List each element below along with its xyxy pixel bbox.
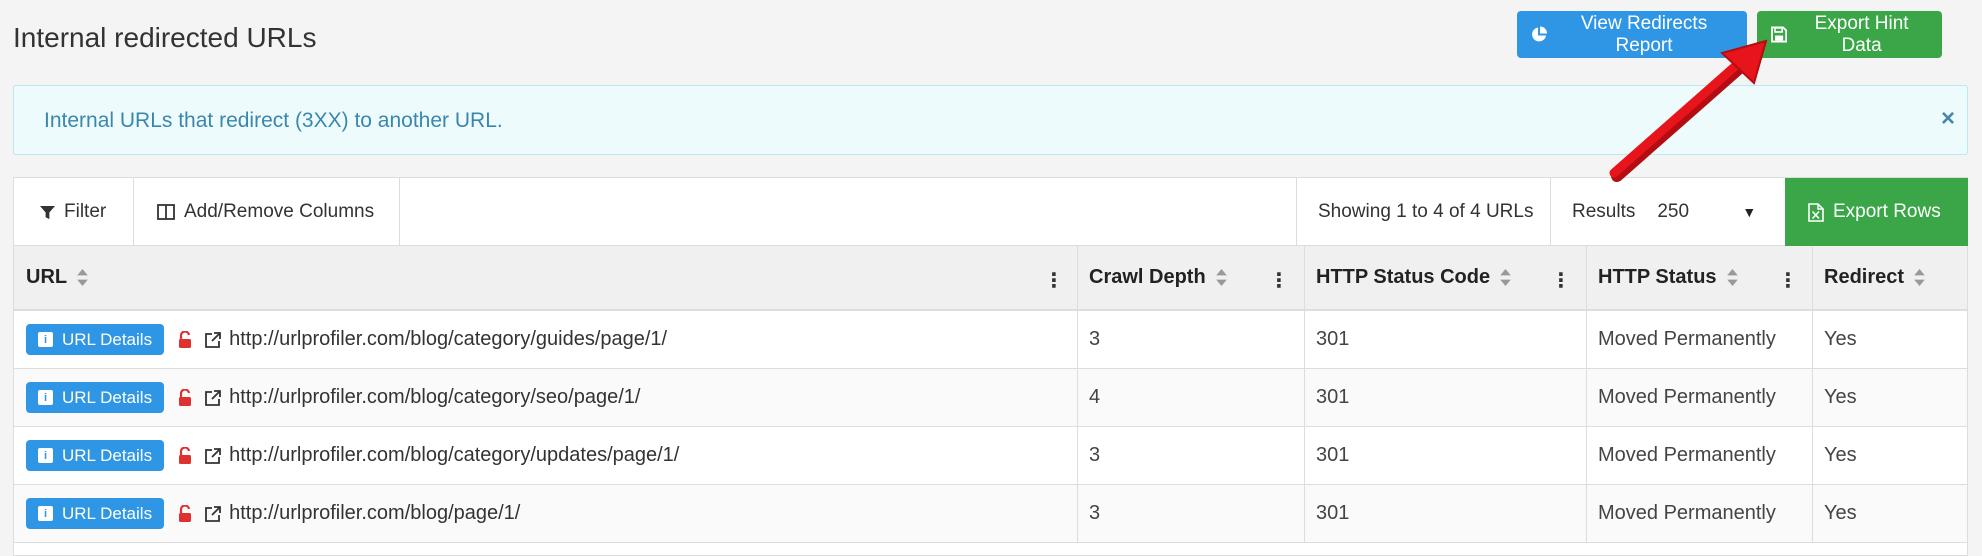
sort-icon[interactable] bbox=[1500, 269, 1511, 286]
results-panel: Filter Add/Remove Columns Showing 1 to 4… bbox=[13, 177, 1968, 556]
info-icon: i bbox=[38, 332, 53, 347]
sort-icon[interactable] bbox=[77, 269, 88, 286]
view-redirects-report-label: View Redirects Report bbox=[1580, 12, 1708, 56]
http-status-code-cell: 301 bbox=[1305, 369, 1587, 426]
url-details-label: URL Details bbox=[62, 387, 153, 407]
http-status-cell: Moved Permanently bbox=[1587, 427, 1813, 484]
sort-icon[interactable] bbox=[1215, 269, 1227, 286]
external-link-icon[interactable] bbox=[204, 331, 222, 349]
close-icon[interactable]: × bbox=[1941, 105, 1955, 133]
crawl-depth-cell: 3 bbox=[1078, 485, 1305, 542]
table-row: i URL Details http://urlprofiler.com/blo… bbox=[14, 369, 1967, 427]
results-count: Showing 1 to 4 of 4 URLs bbox=[1296, 178, 1551, 246]
table-row: i URL Details http://urlprofiler.com/blo… bbox=[14, 311, 1967, 369]
url-details-button[interactable]: i URL Details bbox=[26, 498, 165, 529]
http-status-cell: Moved Permanently bbox=[1587, 369, 1813, 426]
external-link-icon[interactable] bbox=[204, 389, 222, 407]
url-cell: i URL Details http://urlprofiler.com/blo… bbox=[14, 369, 1078, 426]
table-row: i URL Details http://urlprofiler.com/blo… bbox=[14, 427, 1967, 485]
http-status-code-cell: 301 bbox=[1305, 311, 1587, 368]
export-rows-label: Export Rows bbox=[1833, 201, 1941, 222]
table-header-row: URL ⋮ Crawl Depth ⋮ HTTP Status Code ⋮ H… bbox=[14, 246, 1967, 311]
sort-icon[interactable] bbox=[1726, 269, 1738, 286]
kebab-menu-icon[interactable]: ⋮ bbox=[1044, 268, 1064, 293]
url-details-label: URL Details bbox=[62, 445, 153, 465]
info-icon: i bbox=[38, 448, 53, 463]
view-redirects-report-button[interactable]: View Redirects Report bbox=[1517, 11, 1747, 58]
info-icon: i bbox=[38, 390, 53, 405]
url-details-button[interactable]: i URL Details bbox=[26, 440, 165, 471]
url-details-label: URL Details bbox=[62, 329, 153, 349]
column-header-http-status-code[interactable]: HTTP Status Code ⋮ bbox=[1305, 246, 1587, 309]
url-cell: i URL Details http://urlprofiler.com/blo… bbox=[14, 427, 1078, 484]
url-link[interactable]: http://urlprofiler.com/blog/category/gui… bbox=[229, 328, 667, 351]
url-details-button[interactable]: i URL Details bbox=[26, 382, 165, 413]
redirect-cell: Yes bbox=[1824, 328, 1857, 350]
url-cell: i URL Details http://urlprofiler.com/blo… bbox=[14, 311, 1078, 368]
column-header-url[interactable]: URL ⋮ bbox=[14, 246, 1078, 309]
unlocked-icon bbox=[178, 388, 192, 407]
info-alert-message: Internal URLs that redirect (3XX) to ano… bbox=[44, 109, 503, 132]
info-icon: i bbox=[38, 506, 53, 521]
redirect-cell: Yes bbox=[1824, 444, 1857, 466]
external-link-icon[interactable] bbox=[204, 505, 222, 523]
column-header-label: HTTP Status bbox=[1598, 266, 1717, 288]
http-status-cell: Moved Permanently bbox=[1587, 311, 1813, 368]
column-header-http-status[interactable]: HTTP Status ⋮ bbox=[1587, 246, 1813, 309]
results-per-page-value: 250 bbox=[1657, 201, 1690, 222]
export-hint-data-label: Export Hint Data bbox=[1814, 12, 1909, 56]
results-count-text: Showing 1 to 4 of 4 URLs bbox=[1318, 201, 1534, 222]
table-toolbar: Filter Add/Remove Columns Showing 1 to 4… bbox=[14, 178, 1968, 246]
url-link[interactable]: http://urlprofiler.com/blog/category/seo… bbox=[229, 386, 640, 409]
http-status-code-cell: 301 bbox=[1305, 485, 1587, 542]
info-alert: Internal URLs that redirect (3XX) to ano… bbox=[13, 85, 1968, 155]
columns-icon bbox=[157, 204, 175, 220]
export-rows-button[interactable]: Export Rows bbox=[1785, 178, 1968, 246]
page-title: Internal redirected URLs bbox=[13, 22, 317, 53]
kebab-menu-icon[interactable]: ⋮ bbox=[1269, 268, 1289, 293]
column-header-crawl-depth[interactable]: Crawl Depth ⋮ bbox=[1078, 246, 1305, 309]
column-header-label: Crawl Depth bbox=[1089, 266, 1206, 288]
chevron-down-icon: ▼ bbox=[1742, 204, 1757, 220]
external-link-icon[interactable] bbox=[204, 447, 222, 465]
column-header-label: HTTP Status Code bbox=[1316, 266, 1491, 288]
add-remove-columns-label: Add/Remove Columns bbox=[184, 201, 375, 222]
http-status-cell: Moved Permanently bbox=[1587, 485, 1813, 542]
export-hint-data-button[interactable]: Export Hint Data bbox=[1757, 11, 1942, 58]
column-header-label: Redirect bbox=[1824, 266, 1905, 288]
crawl-depth-cell: 3 bbox=[1078, 311, 1305, 368]
unlocked-icon bbox=[178, 504, 192, 523]
filter-icon bbox=[40, 205, 55, 219]
url-details-label: URL Details bbox=[62, 503, 153, 523]
url-cell: i URL Details http://urlprofiler.com/blo… bbox=[14, 485, 1078, 542]
unlocked-icon bbox=[178, 330, 192, 349]
url-link[interactable]: http://urlprofiler.com/blog/page/1/ bbox=[229, 502, 520, 525]
kebab-menu-icon[interactable]: ⋮ bbox=[1551, 268, 1571, 293]
http-status-code-cell: 301 bbox=[1305, 427, 1587, 484]
unlocked-icon bbox=[178, 446, 192, 465]
column-header-label: URL bbox=[26, 266, 68, 288]
kebab-menu-icon[interactable]: ⋮ bbox=[1778, 268, 1798, 293]
save-icon bbox=[1771, 26, 1788, 43]
redirect-cell: Yes bbox=[1824, 386, 1857, 408]
add-remove-columns-button[interactable]: Add/Remove Columns bbox=[134, 178, 400, 246]
pie-chart-icon bbox=[1532, 26, 1548, 42]
results-per-page-select[interactable]: 250 ▼ bbox=[1657, 201, 1756, 223]
filter-label: Filter bbox=[64, 201, 107, 222]
redirect-cell: Yes bbox=[1824, 502, 1857, 524]
url-link[interactable]: http://urlprofiler.com/blog/category/upd… bbox=[229, 444, 679, 467]
sort-icon[interactable] bbox=[1914, 269, 1925, 286]
table-row: i URL Details http://urlprofiler.com/blo… bbox=[14, 485, 1967, 543]
column-header-redirect[interactable]: Redirect bbox=[1813, 246, 1968, 309]
results-label: Results bbox=[1572, 201, 1636, 222]
filter-button[interactable]: Filter bbox=[14, 178, 134, 246]
url-details-button[interactable]: i URL Details bbox=[26, 324, 165, 355]
crawl-depth-cell: 3 bbox=[1078, 427, 1305, 484]
excel-file-icon bbox=[1808, 202, 1824, 222]
results-per-page: Results 250 ▼ bbox=[1551, 178, 1785, 246]
crawl-depth-cell: 4 bbox=[1078, 369, 1305, 426]
